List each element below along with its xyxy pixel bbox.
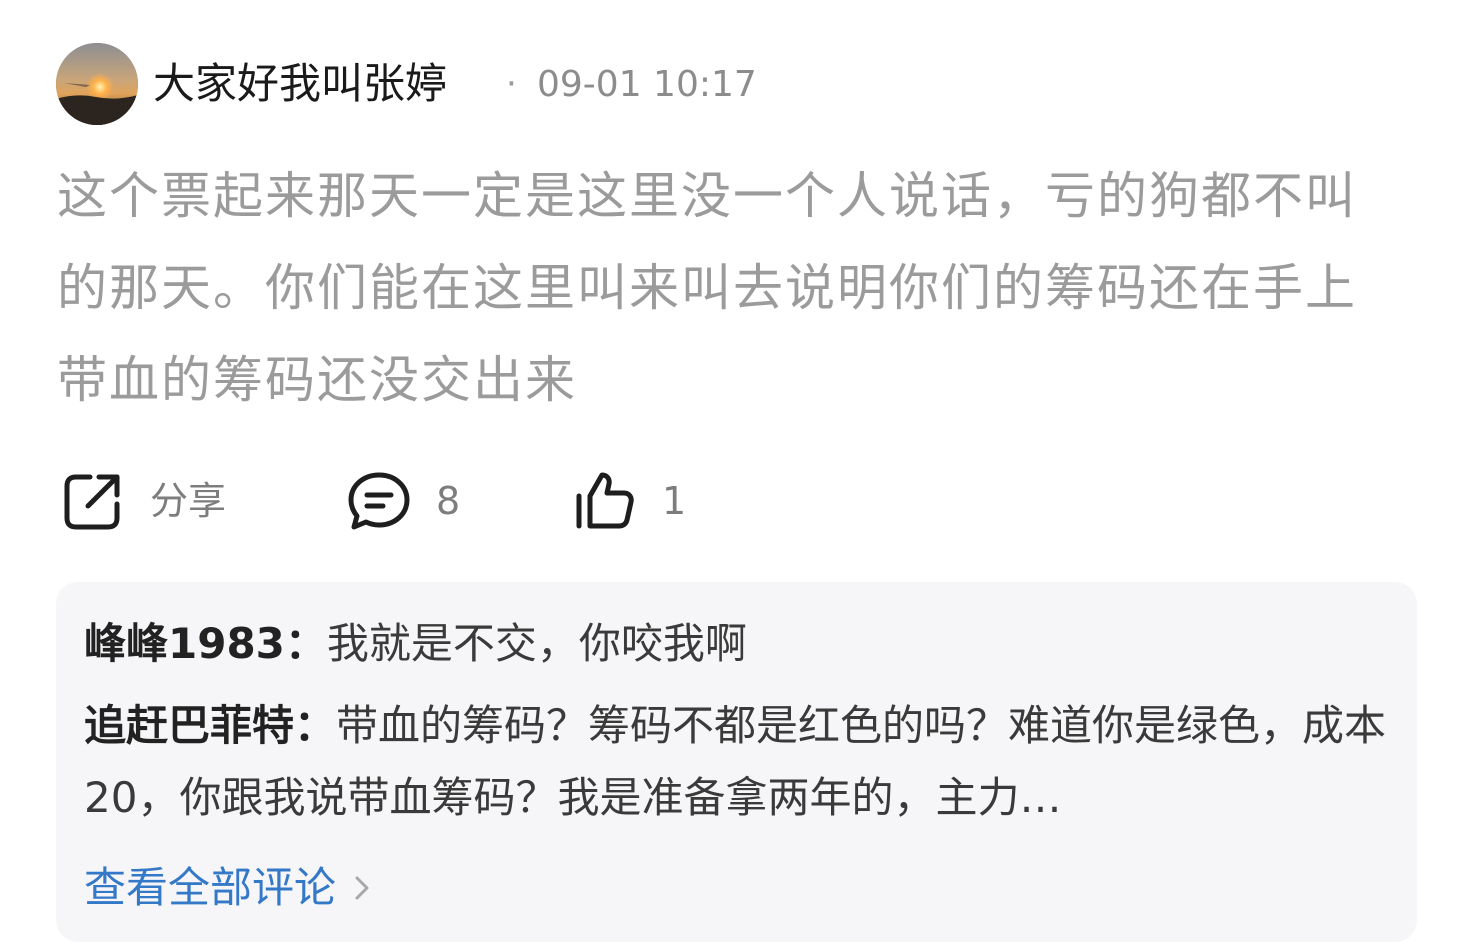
comment-button[interactable]: 8 (346, 466, 460, 536)
comment-item: 峰峰1983：我就是不交，你咬我啊 (84, 608, 1394, 680)
share-label: 分享 (150, 479, 227, 523)
comment-preview-box[interactable]: 峰峰1983：我就是不交，你咬我啊 追赶巴菲特：带血的筹码？筹码不都是红色的吗？… (56, 582, 1417, 942)
comment-text: 我就是不交，你咬我啊 (326, 619, 747, 668)
comment-icon (348, 472, 410, 530)
post-timestamp: 09-01 10:17 (537, 64, 757, 105)
share-button[interactable]: 分享 (60, 466, 226, 536)
post-card: 大家好我叫张婷 · 09-01 10:17 这个票起来那天一定是这里没一个人说话… (0, 0, 1471, 947)
avatar[interactable] (56, 43, 138, 125)
view-all-comments-link[interactable]: 查看全部评论 (84, 852, 374, 924)
post-content: 这个票起来那天一定是这里没一个人说话，亏的狗都不叫的那天。你们能在这里叫来叫去说… (57, 167, 1357, 409)
comment-item: 追赶巴菲特：带血的筹码？筹码不都是红色的吗？难道你是绿色，成本20，你跟我说带血… (84, 690, 1394, 834)
thumbs-up-icon (576, 472, 634, 529)
view-all-comments-label: 查看全部评论 (84, 863, 337, 912)
meta-separator: · (506, 64, 517, 104)
comment-username[interactable]: 追赶巴菲特： (84, 701, 336, 750)
like-button[interactable]: 1 (572, 466, 686, 536)
comment-count: 8 (436, 479, 461, 523)
share-icon (64, 474, 120, 530)
chevron-right-icon (355, 876, 369, 900)
author-name[interactable]: 大家好我叫张婷 (153, 58, 447, 110)
like-count: 1 (662, 479, 687, 523)
action-bar: 分享 8 1 (0, 466, 1471, 536)
comment-username[interactable]: 峰峰1983： (84, 619, 327, 668)
